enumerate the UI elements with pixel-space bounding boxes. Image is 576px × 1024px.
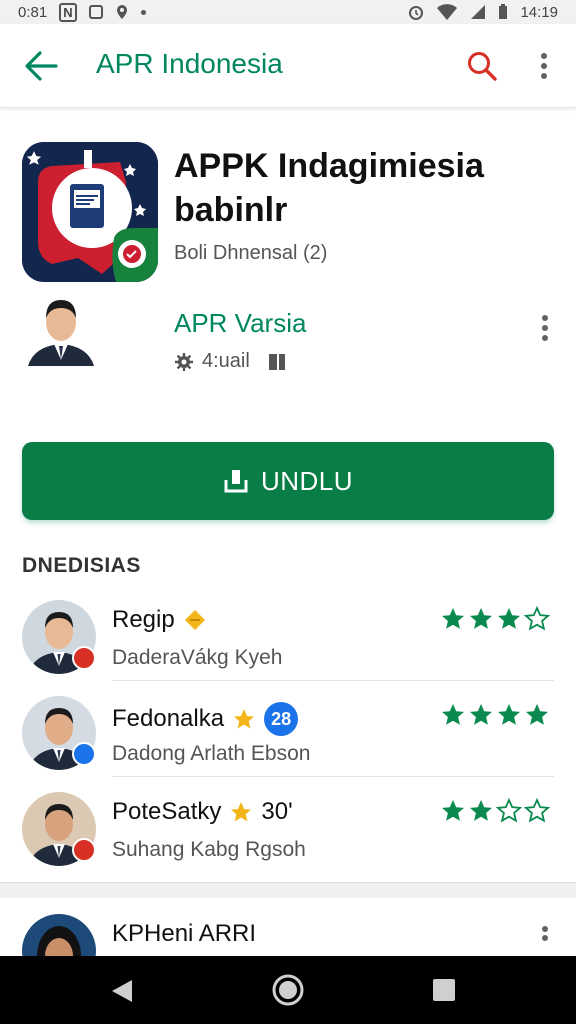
section-divider xyxy=(0,882,576,898)
reviewer-name-row: Regip xyxy=(112,606,207,634)
more-options-icon[interactable] xyxy=(532,48,556,84)
developer-name[interactable]: APR Varsia xyxy=(174,308,306,339)
star-filled-icon xyxy=(470,608,492,629)
star-filled-icon xyxy=(526,704,548,725)
status-time-right: 14:19 xyxy=(520,3,558,21)
gold-star-icon xyxy=(231,802,252,822)
reviewer-name: Regip xyxy=(112,606,175,633)
reviewer-badge-icon xyxy=(72,646,96,670)
reviewer-subtitle: Suhang Kabg Rgsoh xyxy=(112,838,306,861)
notification-dot-icon xyxy=(140,9,146,15)
star-outline-icon xyxy=(496,798,522,823)
status-bar: 0:81 N 14:19 xyxy=(0,0,576,24)
review-divider xyxy=(112,776,554,777)
gear-icon xyxy=(175,352,193,371)
back-arrow-icon[interactable] xyxy=(24,50,58,82)
app-bar: APR Indonesia xyxy=(0,24,576,108)
bottom-item-more-icon[interactable] xyxy=(533,924,557,950)
location-icon xyxy=(116,5,127,19)
nav-back-icon[interactable] xyxy=(108,978,136,1004)
star-outline-icon xyxy=(524,606,550,631)
screen: 0:81 N 14:19 APR Indonesia APPK Indagimi… xyxy=(0,0,576,1024)
reviewer-subtitle: DaderaVákg Kyeh xyxy=(112,646,283,669)
developer-avatar[interactable] xyxy=(24,296,98,366)
developer-sub-label: 4:uail xyxy=(202,350,250,372)
app-meta: Boli Dhnensal (2) xyxy=(174,242,328,264)
reviewer-badge-icon xyxy=(72,742,96,766)
star-filled-icon xyxy=(498,704,520,725)
reviewer-tag: 28 xyxy=(264,702,299,736)
alarm-icon xyxy=(409,6,424,20)
app-bar-title: APR Indonesia xyxy=(96,48,283,79)
navigation-bar xyxy=(0,956,576,1024)
status-square-icon xyxy=(88,5,103,19)
app-icon xyxy=(22,142,158,282)
book-icon xyxy=(268,353,285,370)
gold-diamond-icon xyxy=(184,610,205,630)
reviewer-name-row: PoteSatky 30' xyxy=(112,798,293,826)
reviewer-name: PoteSatky xyxy=(112,798,222,825)
reviewer-name-row: Fedonalka 28 xyxy=(112,702,299,736)
app-logo-icon xyxy=(22,142,158,282)
nav-recents-icon[interactable] xyxy=(432,978,456,1002)
rating-stars xyxy=(440,798,550,824)
review-item[interactable]: Regip DaderaVákg Kyeh xyxy=(0,590,576,686)
signal-icon xyxy=(471,5,486,19)
status-right: 14:19 xyxy=(408,4,558,21)
battery-icon xyxy=(499,4,508,19)
status-time-left: 0:81 xyxy=(18,3,48,21)
status-left: 0:81 N xyxy=(18,2,146,22)
section-title: DNEDISIAS xyxy=(22,554,141,577)
nav-home-icon[interactable] xyxy=(272,974,304,1006)
star-filled-icon xyxy=(470,800,492,821)
bottom-item-name: KPHeni ARRI xyxy=(112,920,257,947)
search-icon[interactable] xyxy=(466,50,498,82)
star-filled-icon xyxy=(470,704,492,725)
wifi-icon xyxy=(437,4,458,20)
reviewer-name: Fedonalka xyxy=(112,705,225,732)
bottom-list-item[interactable]: KPHeni ARRI xyxy=(0,898,576,988)
star-filled-icon xyxy=(498,608,520,629)
rating-stars xyxy=(440,702,550,728)
review-divider xyxy=(112,680,554,681)
gold-star-icon xyxy=(234,709,255,729)
star-filled-icon xyxy=(442,800,464,821)
review-item[interactable]: Fedonalka 28 Dadong Arlath Ebson xyxy=(0,686,576,782)
rating-stars xyxy=(440,606,550,632)
review-item[interactable]: PoteSatky 30' Suhang Kabg Rgsoh xyxy=(0,782,576,878)
install-button-label: UNDLU xyxy=(260,465,354,496)
install-button[interactable]: UNDLU xyxy=(22,442,554,520)
developer-sub: 4:uail xyxy=(174,350,286,373)
star-filled-icon xyxy=(442,704,464,725)
download-icon xyxy=(224,470,248,493)
developer-more-icon[interactable] xyxy=(533,312,557,344)
app-title: APPK Indagimiesia babinlr xyxy=(174,147,484,229)
star-filled-icon xyxy=(442,608,464,629)
star-outline-icon xyxy=(524,798,550,823)
reviewer-subtitle: Dadong Arlath Ebson xyxy=(112,742,311,765)
status-letter: N xyxy=(59,2,77,22)
reviewer-tag: 30' xyxy=(261,798,293,825)
reviewer-badge-icon xyxy=(72,838,96,862)
